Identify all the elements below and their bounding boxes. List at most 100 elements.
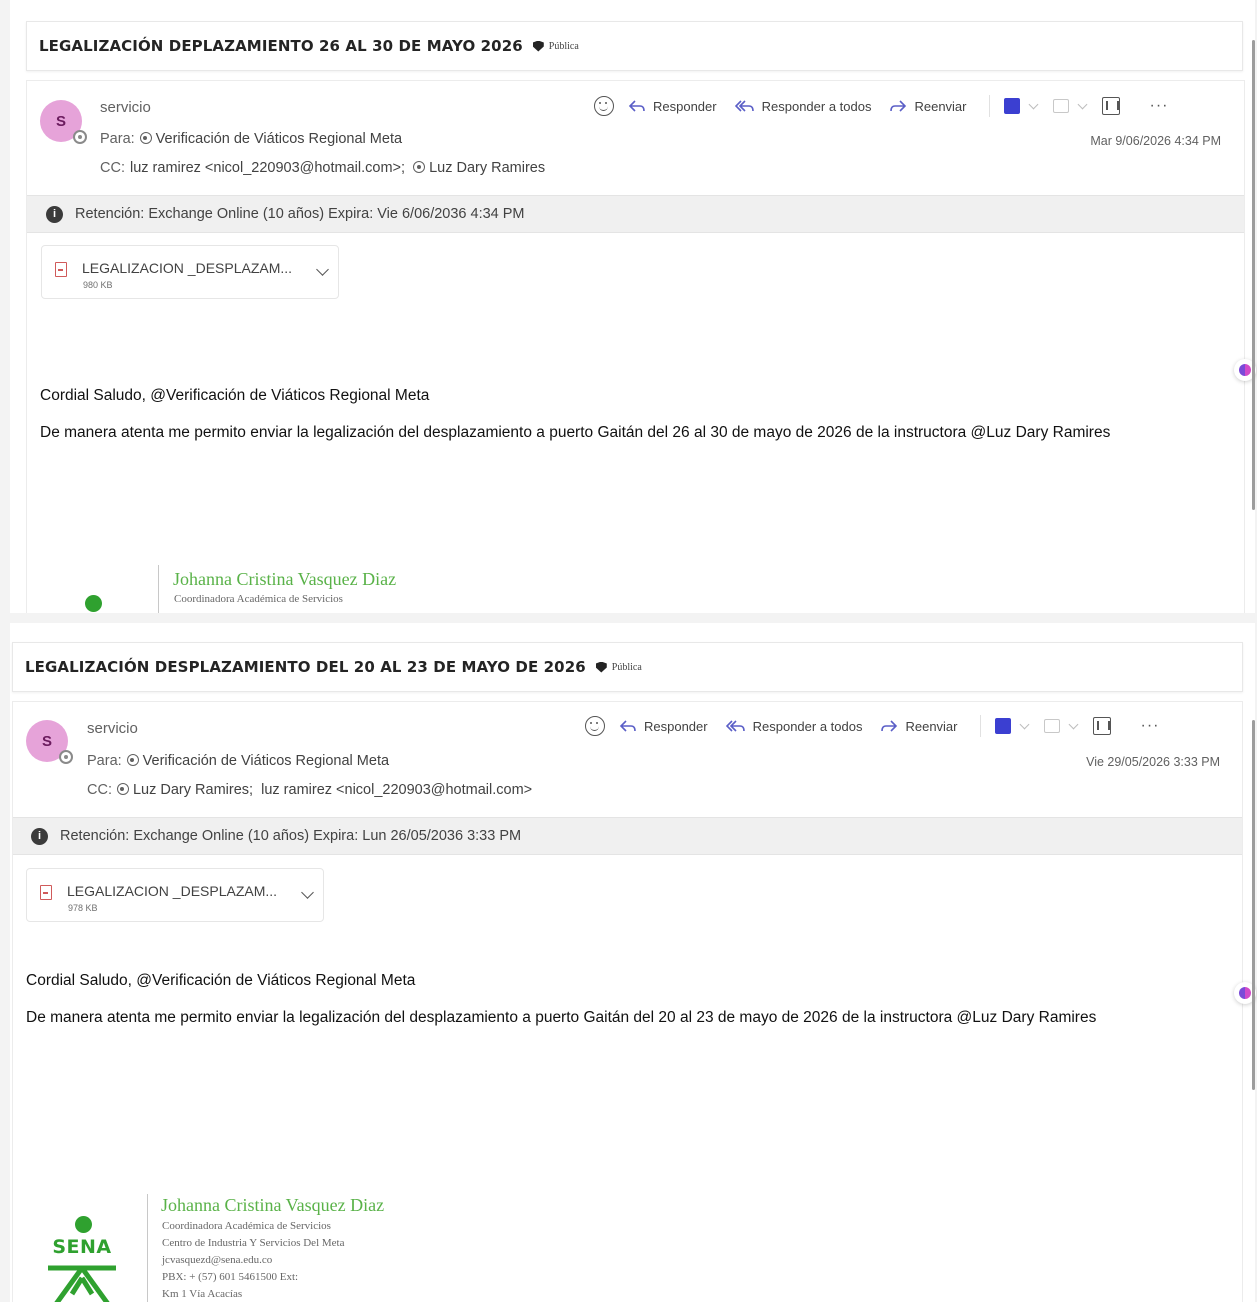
to-line: Para: Verificación de Viáticos Regional M…: [100, 131, 402, 147]
subject-title: LEGALIZACIÓN DESPLAZAMIENTO DEL 20 AL 23…: [25, 658, 586, 676]
pdf-file-icon: [55, 262, 67, 277]
reply-label: Responder: [644, 718, 708, 734]
sensitivity-label[interactable]: Pública: [549, 41, 579, 52]
retention-banner: i Retención: Exchange Online (10 años) E…: [13, 817, 1242, 855]
cc-line: CC: Luz Dary Ramires; luz ramirez <nicol_…: [87, 782, 532, 798]
divider: [988, 95, 990, 117]
cc-label: CC:: [100, 160, 125, 176]
reply-all-button[interactable]: Responder a todos: [734, 98, 872, 114]
message-actions: Responder Responder a todos Reenviar ···: [585, 715, 1159, 737]
pdf-icon[interactable]: [994, 718, 1011, 734]
to-line: Para: Verificación de Viáticos Regional M…: [87, 753, 389, 769]
attachment-size: 978 KB: [68, 903, 98, 913]
forward-arrow-icon: [881, 720, 898, 732]
sena-logo-figure: [48, 1265, 116, 1302]
immersive-reader-icon[interactable]: [1092, 717, 1111, 735]
sender-name[interactable]: servicio: [100, 99, 151, 116]
scrollbar[interactable]: [1252, 720, 1255, 1090]
chevron-down-icon[interactable]: [1019, 719, 1029, 729]
body-text: De manera atenta me permito enviar la le…: [26, 1009, 1097, 1026]
recipient-group-icon: [126, 754, 139, 766]
cc-label: CC:: [87, 782, 112, 798]
signature-phone: PBX: + (57) 601 5461500 Ext:: [162, 1271, 299, 1283]
info-icon: i: [46, 205, 63, 223]
chevron-down-icon[interactable]: [1077, 99, 1087, 109]
retention-banner: i Retención: Exchange Online (10 años) E…: [27, 195, 1244, 233]
subject-title: LEGALIZACIÓN DEPLAZAMIENTO 26 AL 30 DE M…: [39, 37, 523, 55]
presence-icon: [73, 130, 87, 144]
forward-button[interactable]: Reenviar: [880, 718, 958, 734]
message-actions: Responder Responder a todos Reenviar ···: [594, 95, 1168, 117]
retention-text: Retención: Exchange Online (10 años) Exp…: [75, 206, 525, 222]
presence-icon: [59, 750, 73, 764]
signature-center: Centro de Industria Y Servicios Del Meta: [162, 1237, 345, 1249]
body-text: De manera atenta me permito enviar la le…: [40, 424, 1111, 441]
attachment-card[interactable]: LEGALIZACION _DESPLAZAM... 978 KB: [26, 868, 324, 922]
forward-label: Reenviar: [914, 98, 967, 114]
attachment-name: LEGALIZACION _DESPLAZAM...: [82, 260, 293, 276]
signature-divider: [158, 565, 159, 613]
to-label: Para:: [87, 753, 122, 769]
divider: [979, 715, 981, 737]
reply-all-button[interactable]: Responder a todos: [725, 718, 863, 734]
greeting-text: Cordial Saludo, @Verificación de Viático…: [26, 972, 416, 989]
to-recipient[interactable]: Verificación de Viáticos Regional Meta: [156, 131, 402, 147]
recipient-group-icon: [139, 132, 152, 144]
reply-button[interactable]: Responder: [619, 719, 708, 734]
signature-divider: [147, 1194, 148, 1302]
reply-arrow-icon: [628, 100, 645, 112]
chevron-down-icon[interactable]: [1028, 99, 1038, 109]
signature-title: Coordinadora Académica de Servicios: [174, 593, 343, 605]
chevron-down-icon[interactable]: [301, 886, 314, 899]
to-recipient[interactable]: Verificación de Viáticos Regional Meta: [143, 753, 389, 769]
reply-arrow-icon: [619, 720, 636, 732]
cc-recipient[interactable]: Luz Dary Ramires: [429, 160, 545, 176]
message-panel-1: LEGALIZACIÓN DEPLAZAMIENTO 26 AL 30 DE M…: [10, 0, 1255, 613]
message-panel-2: LEGALIZACIÓN DESPLAZAMIENTO DEL 20 AL 23…: [10, 623, 1255, 1302]
message-date: Mar 9/06/2026 4:34 PM: [1090, 134, 1221, 148]
smile-icon[interactable]: [594, 96, 614, 116]
cc-recipient[interactable]: Luz Dary Ramires;: [133, 782, 253, 798]
forward-button[interactable]: Reenviar: [889, 98, 967, 114]
pdf-icon[interactable]: [1003, 98, 1020, 114]
to-label: Para:: [100, 131, 135, 147]
signature-email[interactable]: jcvasquezd@sena.edu.co: [162, 1252, 272, 1269]
sensitivity-label[interactable]: Pública: [612, 662, 642, 673]
reply-button[interactable]: Responder: [628, 99, 717, 114]
attachment-size: 980 KB: [83, 280, 113, 290]
cc-line: CC: luz ramirez <nicol_220903@hotmail.com…: [100, 160, 545, 176]
cc-recipient[interactable]: luz ramirez <nicol_220903@hotmail.com>;: [130, 160, 405, 176]
reply-all-label: Responder a todos: [761, 98, 872, 114]
signature-title: Coordinadora Académica de Servicios: [162, 1220, 331, 1232]
sena-logo-icon: [85, 595, 102, 612]
more-icon[interactable]: ···: [1150, 97, 1169, 115]
retention-text: Retención: Exchange Online (10 años) Exp…: [60, 828, 522, 844]
scrollbar[interactable]: [1252, 40, 1255, 510]
message-card: S servicio Para: Verificación de Viáticos…: [26, 80, 1245, 613]
pdf-file-icon: [40, 885, 52, 900]
subject-header: LEGALIZACIÓN DESPLAZAMIENTO DEL 20 AL 23…: [12, 642, 1243, 692]
reply-all-label: Responder a todos: [752, 718, 863, 734]
more-icon[interactable]: ···: [1141, 717, 1160, 735]
forward-label: Reenviar: [905, 718, 958, 734]
attachment-card[interactable]: LEGALIZACION _DESPLAZAM... 980 KB: [41, 245, 339, 299]
immersive-reader-icon[interactable]: [1101, 97, 1120, 115]
cc-recipient[interactable]: luz ramirez <nicol_220903@hotmail.com>: [261, 782, 532, 798]
sena-logo: SENA: [36, 1216, 128, 1302]
attachment-name: LEGALIZACION _DESPLAZAM...: [67, 883, 278, 899]
smile-icon[interactable]: [585, 716, 605, 736]
signature-name: Johanna Cristina Vasquez Diaz: [161, 1195, 385, 1215]
reply-all-arrow-icon: [734, 100, 754, 112]
reply-label: Responder: [653, 98, 717, 114]
sender-name[interactable]: servicio: [87, 720, 138, 737]
loop-icon[interactable]: [1043, 719, 1060, 733]
recipient-person-icon: [116, 783, 129, 795]
loop-icon[interactable]: [1052, 99, 1069, 113]
sensitivity-shield-icon: [595, 661, 607, 673]
reply-all-arrow-icon: [725, 720, 745, 732]
chevron-down-icon[interactable]: [1068, 719, 1078, 729]
recipient-person-icon: [413, 161, 426, 173]
signature-name: Johanna Cristina Vasquez Diaz: [173, 569, 397, 589]
chevron-down-icon[interactable]: [316, 263, 329, 276]
signature-address: Km 1 Vía Acacías: [162, 1288, 243, 1300]
